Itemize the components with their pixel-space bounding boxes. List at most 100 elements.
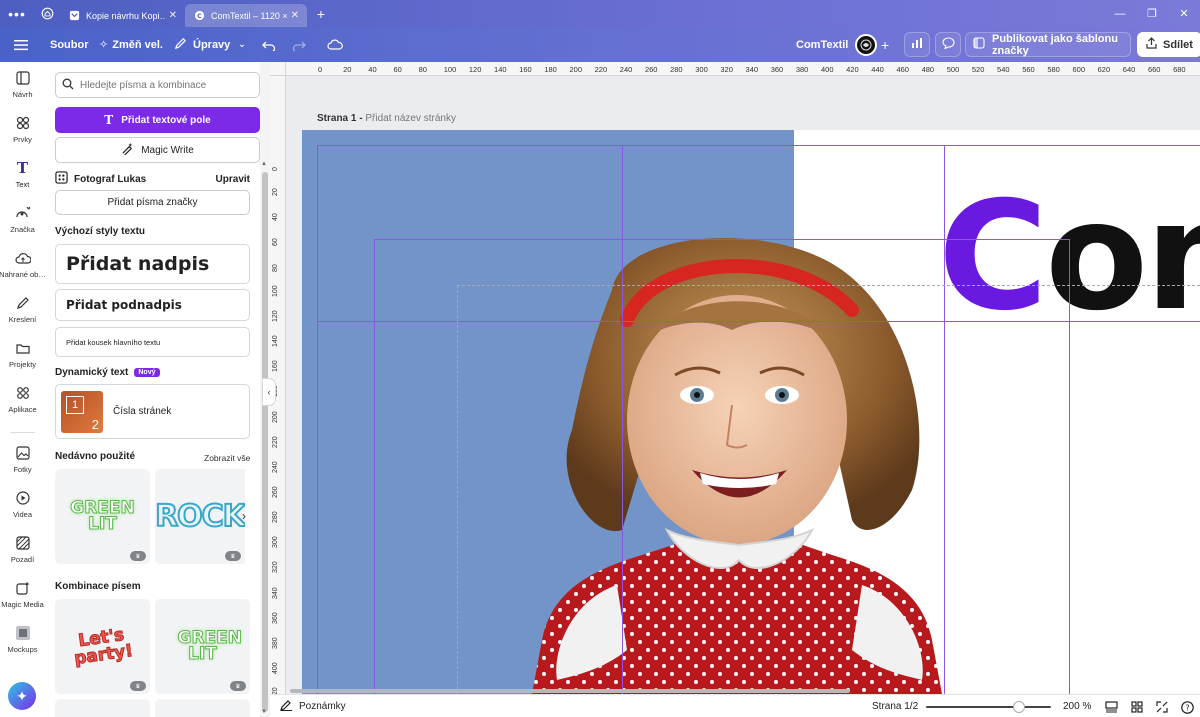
combo-item-lets-party[interactable]: Let's party! ♛ bbox=[55, 599, 150, 694]
help-icon[interactable]: ? bbox=[1180, 700, 1194, 714]
font-combos-heading: Kombinace písem bbox=[55, 581, 141, 592]
page-indicator[interactable]: Strana 1/2 bbox=[872, 701, 918, 712]
page-numbers-card[interactable]: 1 2 Čísla stránek bbox=[55, 384, 250, 439]
minimize-icon[interactable]: — bbox=[1104, 0, 1136, 27]
design-page[interactable]: Com bbox=[302, 130, 1200, 694]
recent-item-green-lit[interactable]: GREEN LIT ♛ bbox=[55, 469, 150, 564]
upload-icon bbox=[14, 250, 31, 266]
combo-item-partial[interactable] bbox=[55, 699, 150, 717]
rail-item-uploads[interactable]: Nahrané ob… bbox=[0, 242, 46, 287]
rail-item-design[interactable]: Návrh bbox=[0, 62, 45, 107]
edit-mode-button[interactable]: Úpravy ⌄ bbox=[174, 27, 246, 62]
recent-item-rock[interactable]: ROCK ♛ bbox=[155, 469, 245, 564]
maximize-icon[interactable]: ❐ bbox=[1136, 0, 1168, 27]
rail-item-projects[interactable]: Projekty bbox=[0, 332, 45, 377]
magic-pen-icon bbox=[121, 142, 134, 158]
undo-icon[interactable] bbox=[262, 27, 276, 62]
brand-edit-link[interactable]: Upravit bbox=[216, 174, 250, 185]
brand-kit-row: Fotograf Lukas Upravit bbox=[55, 170, 250, 188]
resize-button[interactable]: ✧ Změň vel. bbox=[99, 27, 163, 62]
magic-media-icon bbox=[15, 580, 31, 596]
page-view-icon[interactable] bbox=[1104, 700, 1118, 714]
magic-write-button[interactable]: Magic Write bbox=[55, 137, 260, 163]
add-body-text-card[interactable]: Přidat kousek hlavního textu bbox=[55, 327, 250, 357]
document-title[interactable]: ComTextil bbox=[796, 27, 848, 62]
rail-item-draw[interactable]: Kreslení bbox=[0, 287, 45, 332]
rail-item-photos[interactable]: Fotky bbox=[0, 437, 45, 482]
avatar[interactable] bbox=[855, 27, 877, 62]
zoom-level[interactable]: 200 % bbox=[1063, 701, 1091, 712]
rail-item-elements[interactable]: Prvky bbox=[0, 107, 45, 152]
rail-label: Magic Media bbox=[1, 600, 44, 609]
rail-item-brand[interactable]: Značka bbox=[0, 197, 45, 242]
page-name-placeholder[interactable]: Přidat název stránky bbox=[365, 113, 456, 124]
file-menu[interactable]: Soubor bbox=[50, 27, 89, 62]
layout-guide bbox=[317, 321, 1200, 322]
redo-icon[interactable] bbox=[292, 27, 306, 62]
sparkle-icon: ✦ bbox=[16, 687, 28, 704]
add-brand-fonts-button[interactable]: Přidat písma značky bbox=[55, 190, 250, 215]
search-input[interactable] bbox=[80, 79, 259, 91]
browser-tab-copy[interactable]: Kopie návrhu Kopi… ✕ bbox=[60, 4, 185, 27]
rail-label: Aplikace bbox=[8, 405, 37, 414]
ruler-tick-label: 300 bbox=[272, 536, 279, 549]
home-icon[interactable] bbox=[34, 0, 60, 27]
scroll-up-icon[interactable]: ▲ bbox=[261, 161, 267, 167]
browser-menu-icon[interactable]: ••• bbox=[0, 0, 34, 27]
add-collaborator-icon[interactable]: + bbox=[881, 27, 889, 62]
dynamic-text-heading: Dynamický text Nový bbox=[55, 367, 160, 378]
layout-guide bbox=[622, 145, 623, 694]
selection-box-edge bbox=[374, 239, 375, 694]
scroll-down-icon[interactable]: ▼ bbox=[261, 709, 267, 715]
browser-tab-comtextil[interactable]: C ComTextil – 1120 × … ✕ bbox=[185, 4, 307, 27]
horizontal-ruler[interactable]: 0 20 40 60 80 100 120 140 160 180 200 220 240 260 280 3… bbox=[286, 62, 1200, 76]
close-window-icon[interactable]: ✕ bbox=[1168, 0, 1200, 27]
girl-photo[interactable] bbox=[532, 230, 952, 694]
ruler-tick-label: 120 bbox=[468, 65, 482, 74]
collapse-panel-button[interactable]: ‹ bbox=[262, 378, 276, 406]
hamburger-menu-icon[interactable] bbox=[14, 27, 28, 62]
rail-item-magic-media[interactable]: Magic Media bbox=[0, 572, 45, 617]
zoom-slider[interactable] bbox=[926, 701, 1051, 713]
font-search-box[interactable] bbox=[55, 72, 260, 98]
share-button[interactable]: Sdílet bbox=[1137, 32, 1200, 57]
canvas-area: Com Strana 1 - Přidat název stránky 0 20 4… bbox=[270, 62, 1200, 694]
zoom-slider-knob[interactable] bbox=[1012, 701, 1025, 713]
add-heading-card[interactable]: Přidat nadpis bbox=[55, 244, 250, 284]
ruler-tick-label: 0 bbox=[318, 65, 323, 74]
add-textbox-button[interactable]: T Přidat textové pole bbox=[55, 107, 260, 133]
resize-label: Změň vel. bbox=[112, 38, 163, 51]
grid-view-icon[interactable] bbox=[1130, 700, 1144, 714]
cloud-save-icon[interactable] bbox=[327, 27, 343, 62]
rail-item-videos[interactable]: Videa bbox=[0, 482, 45, 527]
insights-button[interactable] bbox=[904, 32, 930, 57]
canvas-horizontal-scrollbar[interactable] bbox=[290, 689, 850, 693]
notes-button[interactable]: Poznámky bbox=[280, 699, 346, 714]
rail-item-text[interactable]: T Text bbox=[0, 152, 45, 197]
comments-button[interactable] bbox=[935, 32, 961, 57]
scrollbar-thumb[interactable] bbox=[262, 172, 268, 712]
ruler-tick-label: 220 bbox=[272, 435, 279, 448]
mockups-icon bbox=[15, 625, 31, 641]
close-icon[interactable]: ✕ bbox=[291, 10, 299, 21]
see-all-link[interactable]: Zobrazit vše bbox=[204, 453, 250, 463]
publish-template-button[interactable]: Publikovat jako šablonu značky bbox=[965, 32, 1131, 57]
ruler-tick-label: 340 bbox=[272, 586, 279, 599]
rail-item-apps[interactable]: Aplikace bbox=[0, 377, 45, 422]
page-title[interactable]: Strana 1 - Přidat název stránky bbox=[317, 113, 456, 124]
ruler-tick-label: 20 bbox=[343, 65, 352, 74]
new-tab-icon[interactable]: + bbox=[307, 6, 335, 22]
rail-item-backgrounds[interactable]: Pozadí bbox=[0, 527, 45, 572]
ruler-tick-label: 380 bbox=[272, 637, 279, 649]
ruler-tick-label: 60 bbox=[272, 238, 279, 247]
magic-assistant-button[interactable]: ✦ bbox=[8, 682, 36, 710]
add-subheading-card[interactable]: Přidat podnadpis bbox=[55, 289, 250, 321]
combo-item-green-lit[interactable]: GREEN LIT ♛ bbox=[155, 599, 250, 694]
combo-item-partial[interactable] bbox=[155, 699, 250, 717]
close-icon[interactable]: ✕ bbox=[169, 10, 177, 21]
rail-item-mockups[interactable]: Mockups bbox=[0, 617, 45, 662]
ruler-tick-label: 100 bbox=[272, 285, 279, 297]
fullscreen-icon[interactable] bbox=[1155, 700, 1169, 714]
page-number-one: 1 bbox=[66, 395, 84, 414]
chevron-right-icon[interactable]: › bbox=[242, 509, 246, 523]
